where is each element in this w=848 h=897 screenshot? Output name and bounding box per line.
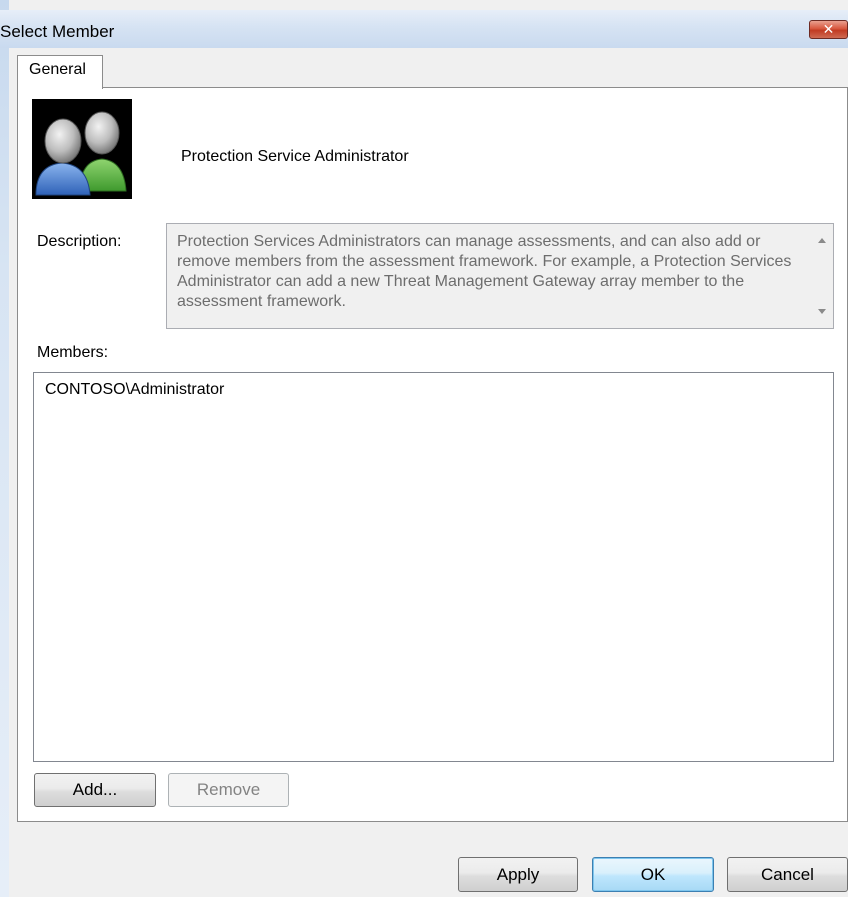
select-member-dialog: Select Member ✕ General Protection Servi… <box>0 0 848 897</box>
description-scrollbar[interactable] <box>813 224 833 328</box>
window-title: Select Member <box>0 22 115 41</box>
members-list[interactable]: CONTOSO\Administrator <box>33 372 834 762</box>
remove-button[interactable]: Remove <box>168 773 289 807</box>
window-frame-edge <box>0 0 9 897</box>
close-icon: ✕ <box>822 21 835 37</box>
title-bar[interactable]: Select Member <box>0 10 848 48</box>
users-icon <box>32 99 132 199</box>
description-text: Protection Services Administrators can m… <box>177 233 792 310</box>
add-button[interactable]: Add... <box>34 773 156 807</box>
description-textbox[interactable]: Protection Services Administrators can m… <box>166 223 834 329</box>
cancel-button[interactable]: Cancel <box>727 857 848 892</box>
scroll-down-arrow-icon[interactable] <box>818 309 826 314</box>
tab-general-label: General <box>29 61 86 78</box>
member-item[interactable]: CONTOSO\Administrator <box>45 381 224 399</box>
group-name: Protection Service Administrator <box>181 148 409 165</box>
scroll-up-arrow-icon[interactable] <box>818 238 826 243</box>
members-label: Members: <box>37 344 109 361</box>
tab-general[interactable]: General <box>17 55 103 89</box>
close-button[interactable]: ✕ <box>809 20 848 39</box>
ok-button[interactable]: OK <box>592 857 714 892</box>
description-label: Description: <box>37 233 122 250</box>
apply-button[interactable]: Apply <box>458 857 578 892</box>
